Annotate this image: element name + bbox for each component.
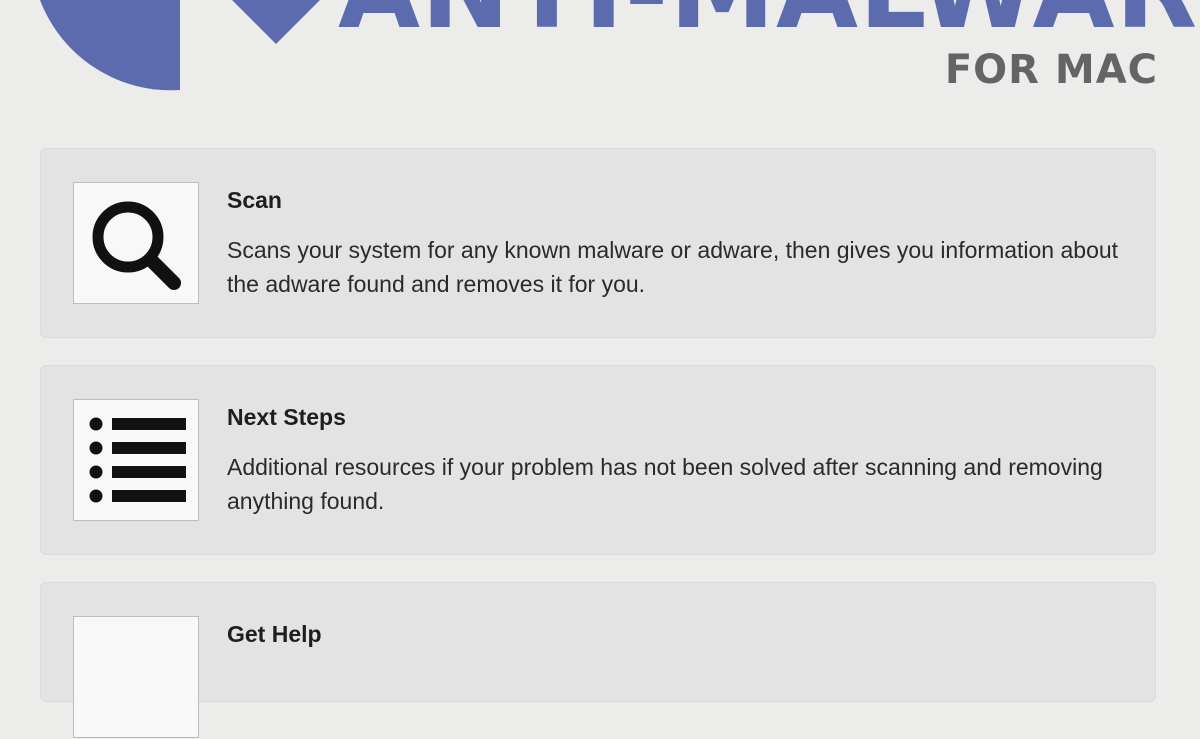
next-steps-description: Additional resources if your problem has… bbox=[227, 454, 1103, 514]
scan-description: Scans your system for any known malware … bbox=[227, 237, 1119, 297]
magnifier-icon bbox=[92, 201, 181, 290]
help-icon bbox=[74, 617, 200, 739]
get-help-card[interactable]: Get Help bbox=[40, 582, 1156, 738]
app-title: ANTI-MALWARE bbox=[338, 0, 1200, 44]
next-steps-card[interactable]: Next Steps Additional resources if your … bbox=[40, 365, 1156, 555]
get-help-icon-box[interactable] bbox=[73, 616, 199, 738]
app-subtitle: FOR MAC bbox=[944, 47, 1158, 93]
logo-icon bbox=[40, 0, 320, 91]
list-icon bbox=[89, 417, 186, 503]
next-steps-icon-box[interactable] bbox=[73, 399, 199, 521]
app-header: ANTI-MALWARE FOR MAC bbox=[0, 0, 1200, 140]
scan-title: Scan bbox=[227, 187, 282, 213]
scan-card[interactable]: Scan Scans your system for any known mal… bbox=[40, 148, 1156, 338]
get-help-title: Get Help bbox=[227, 621, 322, 647]
scan-icon-box[interactable] bbox=[73, 182, 199, 304]
next-steps-title: Next Steps bbox=[227, 404, 346, 430]
